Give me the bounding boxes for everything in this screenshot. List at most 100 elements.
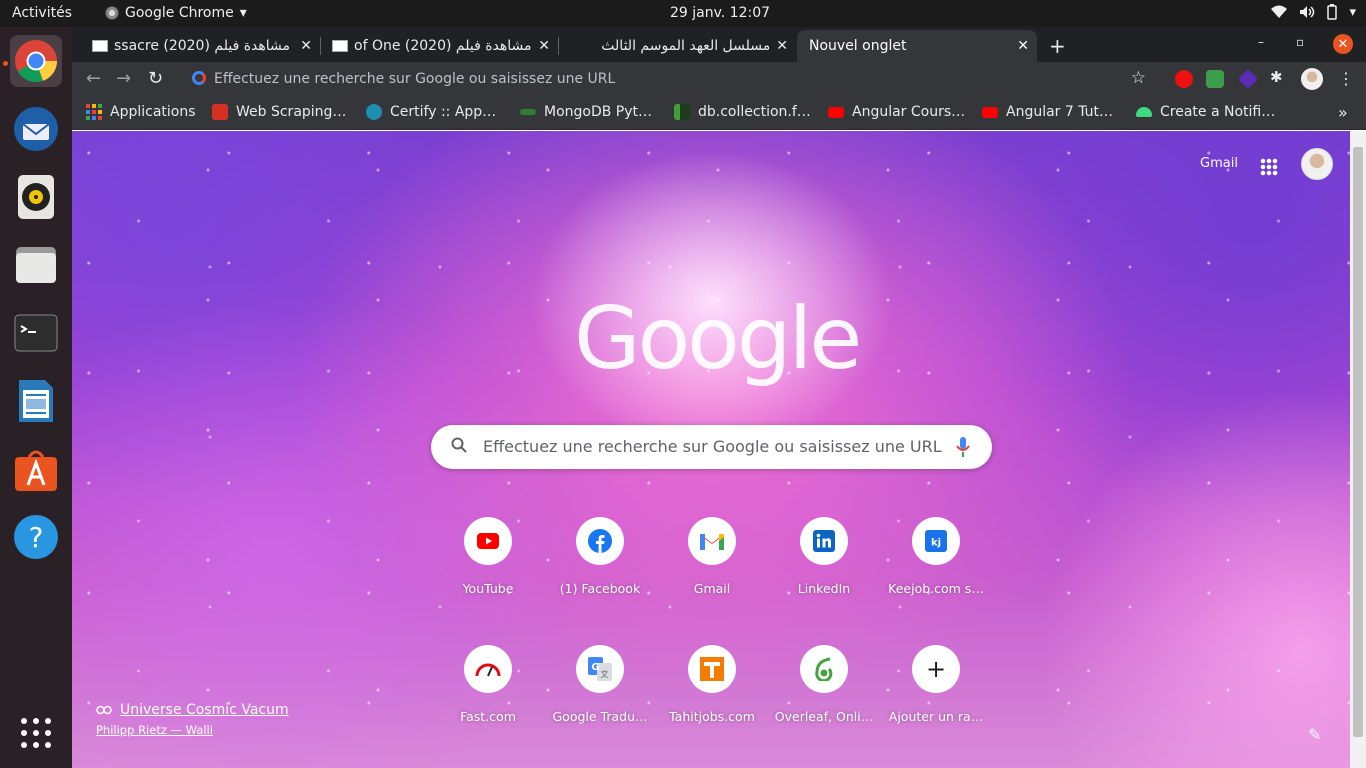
close-icon[interactable]: ✕ xyxy=(538,38,550,54)
tab-title: of One (2020) مشاهدة فيلم xyxy=(354,38,532,54)
bookmark-item[interactable]: Create a Notifi… xyxy=(1136,104,1275,120)
google-apps-grid-icon[interactable] xyxy=(1260,158,1278,176)
shortcut-icon-circle xyxy=(688,517,736,565)
gem-extension-icon[interactable] xyxy=(1237,68,1259,90)
search-icon xyxy=(451,437,467,453)
android-icon xyxy=(1136,107,1152,117)
shortcut-youtube[interactable]: YouTube xyxy=(432,503,544,615)
shortcut-icon-circle: G文 xyxy=(576,645,624,693)
tab-2[interactable]: of One (2020) مشاهدة فيلم ✕ xyxy=(324,30,558,62)
reload-icon[interactable]: ↻ xyxy=(148,68,163,89)
dock-terminal[interactable] xyxy=(10,307,62,359)
omnibox-input[interactable]: Effectuez une recherche sur Google ou sa… xyxy=(214,71,615,87)
account-avatar[interactable] xyxy=(1301,148,1333,180)
shortcut-google-translate[interactable]: G文 Google Tradu… xyxy=(544,631,656,743)
customize-pencil-icon[interactable]: ✎ xyxy=(1308,725,1321,744)
bookmark-star-icon[interactable]: ☆ xyxy=(1131,68,1146,88)
scrollbar-thumb[interactable] xyxy=(1353,147,1363,737)
overleaf-icon xyxy=(815,657,833,681)
shortcut-facebook[interactable]: (1) Facebook xyxy=(544,503,656,615)
bookmark-item[interactable]: db.collection.f… xyxy=(674,104,811,120)
tab-divider xyxy=(320,37,321,55)
bookmark-item[interactable]: MongoDB Pyt… xyxy=(520,104,652,120)
svg-text:G: G xyxy=(591,662,599,673)
clock[interactable]: 29 janv. 12:07 xyxy=(0,5,1366,21)
shortcut-icon-circle xyxy=(800,517,848,565)
dock-thunderbird[interactable] xyxy=(10,103,62,155)
page-scrollbar[interactable] xyxy=(1350,131,1366,768)
shortcut-label: (1) Facebook xyxy=(559,581,641,596)
shortcut-fast[interactable]: Fast.com xyxy=(432,631,544,743)
certify-icon xyxy=(366,104,382,120)
new-tab-plus-icon[interactable]: + xyxy=(1049,34,1066,58)
forward-arrow-icon[interactable]: → xyxy=(116,68,131,89)
attribution-title-link[interactable]: Universe Cosmic Vacum xyxy=(96,702,289,718)
shortcut-keejob[interactable]: kj Keejob.com s… xyxy=(880,503,992,615)
bookmark-label: Certify :: App… xyxy=(390,104,497,120)
dock-show-apps[interactable] xyxy=(10,707,62,759)
shortcut-add[interactable]: + Ajouter un ra… xyxy=(880,631,992,743)
svg-text:?: ? xyxy=(29,521,44,554)
window-close-icon[interactable]: ✕ xyxy=(1333,34,1353,54)
tab-new-tab-active[interactable]: Nouvel onglet ✕ xyxy=(797,30,1037,62)
more-menu-icon[interactable]: ⋮ xyxy=(1338,69,1354,88)
opera-vpn-extension-icon[interactable] xyxy=(1175,70,1193,88)
microphone-icon[interactable] xyxy=(956,437,970,457)
bookmark-label: Angular Cours… xyxy=(852,104,966,120)
tab-1[interactable]: ssacre (2020) مشاهدة فيلم ✕ xyxy=(84,30,320,62)
bookmark-item[interactable]: Applications xyxy=(86,104,196,120)
close-icon[interactable]: ✕ xyxy=(1017,38,1029,54)
dock-chrome[interactable] xyxy=(10,35,62,87)
basket-extension-icon[interactable] xyxy=(1206,70,1224,88)
bookmark-item[interactable]: Angular 7 Tut… xyxy=(982,104,1113,120)
bookmark-item[interactable]: Web Scraping… xyxy=(212,104,346,120)
shortcut-label: LinkedIn xyxy=(797,581,851,596)
profile-avatar[interactable] xyxy=(1301,68,1323,90)
tab-title: ssacre (2020) مشاهدة فيلم xyxy=(114,38,291,54)
maximize-icon[interactable]: ▫ xyxy=(1296,35,1304,49)
dock-help[interactable]: ? xyxy=(10,511,62,563)
dock-rhythmbox[interactable] xyxy=(10,171,62,223)
back-arrow-icon[interactable]: ← xyxy=(86,68,101,89)
shortcut-label: Tahitjobs.com xyxy=(669,709,755,724)
puzzle-extensions-icon[interactable]: ✱ xyxy=(1270,68,1288,86)
gmail-link[interactable]: Gmail xyxy=(1200,156,1238,171)
close-icon[interactable]: ✕ xyxy=(300,38,312,54)
shortcut-icon-circle xyxy=(464,517,512,565)
ntp-search-box[interactable]: Effectuez une recherche sur Google ou sa… xyxy=(431,425,992,469)
tab-title: Nouvel onglet xyxy=(809,38,907,54)
thunderbird-icon xyxy=(14,107,58,151)
youtube-icon xyxy=(828,106,844,118)
ubuntu-software-icon xyxy=(15,450,57,491)
dock-files[interactable] xyxy=(10,239,62,291)
shortcut-label: YouTube xyxy=(462,581,514,596)
shortcut-icon-circle xyxy=(576,517,624,565)
omnibox[interactable]: Effectuez une recherche sur Google ou sa… xyxy=(180,65,1156,93)
background-attribution: Universe Cosmic Vacum Philipp Rietz — Wa… xyxy=(96,702,289,737)
bookmark-label: Applications xyxy=(110,104,196,120)
minimize-icon[interactable]: – xyxy=(1258,35,1264,49)
search-input[interactable]: Effectuez une recherche sur Google ou sa… xyxy=(483,437,942,456)
system-tray[interactable]: ▾ xyxy=(1271,4,1356,20)
shortcut-gmail[interactable]: Gmail xyxy=(656,503,768,615)
tab-3[interactable]: مسلسل العهد الموسم الثالث ✕ xyxy=(562,30,796,62)
rhythmbox-icon xyxy=(18,175,54,219)
close-icon[interactable]: ✕ xyxy=(776,38,788,54)
shortcut-linkedin[interactable]: LinkedIn xyxy=(768,503,880,615)
google-translate-icon: G文 xyxy=(588,657,612,681)
shortcut-tahitjobs[interactable]: Tahitjobs.com xyxy=(656,631,768,743)
bookmark-item[interactable]: Certify :: App… xyxy=(366,104,496,120)
bookmark-item[interactable]: Angular Cours… xyxy=(828,104,965,120)
shortcut-overleaf[interactable]: Overleaf, Onli… xyxy=(768,631,880,743)
mongodb-icon xyxy=(520,109,536,115)
more-bookmarks-chevron-icon[interactable]: » xyxy=(1338,103,1348,122)
running-indicator xyxy=(3,61,8,66)
fast-speed-icon xyxy=(475,663,501,677)
attribution-author-link[interactable]: Philipp Rietz — Walli xyxy=(96,723,289,737)
writer-icon xyxy=(19,380,53,422)
dock-software[interactable] xyxy=(10,443,62,495)
chrome-icon xyxy=(15,40,57,83)
bookmark-label: db.collection.f… xyxy=(698,104,811,120)
dock-libreoffice-writer[interactable] xyxy=(10,375,62,427)
google-logo: Google xyxy=(574,289,862,389)
